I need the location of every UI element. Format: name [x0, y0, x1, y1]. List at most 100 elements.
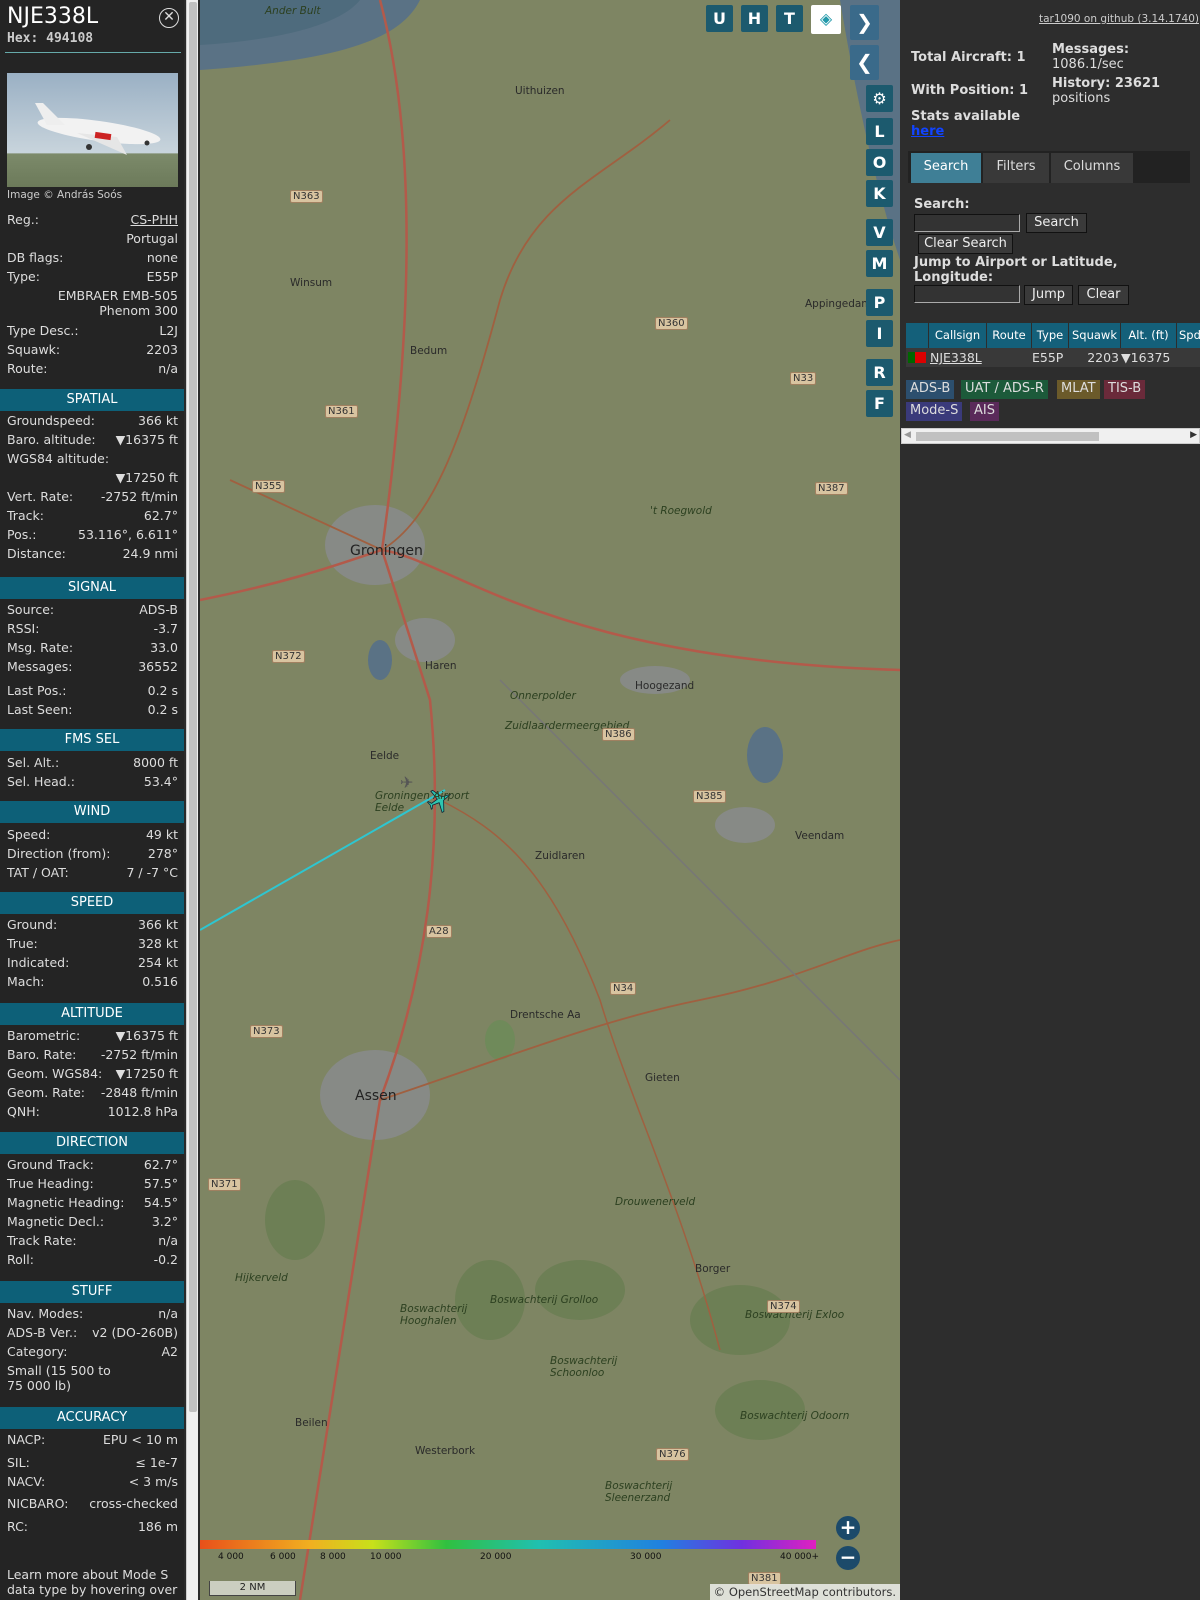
field-value: 0.2 s [147, 683, 178, 698]
search-input[interactable] [914, 214, 1020, 232]
field-label: QNH: [7, 1104, 40, 1119]
scrollbar-thumb[interactable] [189, 2, 197, 1412]
map-button-i[interactable]: I [866, 320, 893, 347]
jump-label: Jump to Airport or Latitude, Longitude: [914, 255, 1118, 285]
tab-search[interactable]: Search [911, 153, 981, 183]
map-button-l[interactable]: L [866, 118, 893, 145]
scroll-right-icon[interactable]: ▶ [1190, 430, 1197, 440]
stats-link[interactable]: here [911, 124, 944, 139]
row-callsign[interactable]: NJE338L [930, 348, 982, 367]
place-label: Appingedam [805, 298, 872, 310]
row-altitude: ▼16375 [1121, 350, 1171, 365]
map-button-k[interactable]: K [866, 180, 893, 207]
detail-row: Reg.: CS-PHH [7, 212, 178, 231]
flag-column-header[interactable] [906, 323, 928, 348]
map-button-f[interactable]: F [866, 390, 893, 417]
map-button-h[interactable]: H [741, 5, 768, 32]
tab-filters[interactable]: Filters [983, 153, 1049, 183]
zoom-in-button[interactable]: + [836, 1516, 860, 1540]
field-label: True: [7, 936, 38, 951]
field-label: RC: [7, 1519, 29, 1534]
badge-uat[interactable]: UAT / ADS-R [961, 380, 1048, 399]
detail-row: Type: E55P [7, 269, 178, 288]
altitude-row: Baro. Rate: -2752 ft/min [7, 1047, 178, 1066]
settings-gear-icon[interactable]: ⚙ [866, 85, 893, 112]
github-link[interactable]: tar1090 on github (3.14.1740) [1039, 13, 1199, 25]
map-button-u[interactable]: U [706, 5, 733, 32]
detail-label: Route: [7, 361, 48, 376]
field-label: Geom. Rate: [7, 1085, 86, 1100]
stuff-row: 75 000 lb) [7, 1378, 178, 1397]
field-label: Speed: [7, 827, 51, 842]
place-label: Hoogezand [635, 680, 695, 692]
field-value: 328 kt [138, 936, 178, 951]
place-label: Haren [425, 660, 457, 672]
column-route[interactable]: Route [987, 323, 1031, 348]
expand-right-icon[interactable]: ❯ [850, 5, 879, 40]
map-button-p[interactable]: P [866, 289, 893, 316]
signal-row: RSSI: -3.7 [7, 621, 178, 640]
place-label: Ander Bult [265, 5, 321, 17]
spatial-row: ▼17250 ft [7, 470, 178, 489]
detail-row: DB flags: none [7, 250, 178, 269]
aircraft-hex: Hex: 494108 [7, 31, 94, 46]
map-attribution[interactable]: © OpenStreetMap contributors. [709, 1584, 900, 1600]
tab-columns[interactable]: Columns [1051, 153, 1133, 183]
column-squawk[interactable]: Squawk [1069, 323, 1120, 348]
clear-button[interactable]: Clear [1078, 285, 1129, 305]
close-icon[interactable]: ✕ [159, 8, 179, 28]
scroll-left-icon[interactable]: ◀ [904, 430, 911, 440]
field-label: Msg. Rate: [7, 640, 74, 655]
road-label: N374 [767, 1300, 800, 1313]
detail-value: Phenom 300 [99, 303, 178, 318]
map[interactable]: ✈ Uithuizen Winsum Bedum Appingedam Groninge… [200, 0, 900, 1600]
stuff-row: Nav. Modes: n/a [7, 1306, 178, 1325]
map-button-v[interactable]: V [866, 219, 893, 246]
collapse-left-icon[interactable]: ❮ [850, 45, 879, 80]
column-callsign[interactable]: Callsign [929, 323, 986, 348]
clear-search-button[interactable]: Clear Search [918, 234, 1013, 254]
aircraft-photo[interactable] [7, 73, 178, 187]
scrollbar-thumb[interactable] [916, 432, 1099, 441]
horizontal-scrollbar[interactable]: ◀ ▶ [901, 428, 1200, 444]
badge-adsb[interactable]: ADS-B [906, 380, 955, 399]
altitude-row: Barometric: ▼16375 ft [7, 1028, 178, 1047]
zoom-out-button[interactable]: − [836, 1546, 860, 1570]
column-speed[interactable]: Spd [1177, 323, 1200, 348]
map-button-o[interactable]: O [866, 149, 893, 176]
spatial-row: Track: 62.7° [7, 508, 178, 527]
field-value: 186 m [137, 1519, 178, 1534]
accuracy-row: NACP: EPU < 10 m [7, 1432, 178, 1451]
detail-value[interactable]: CS-PHH [130, 212, 178, 227]
map-button-m[interactable]: M [866, 250, 893, 277]
search-label: Search: [914, 197, 970, 212]
altitude-scale-label: 6 000 [270, 1552, 296, 1562]
field-value: 278° [147, 846, 178, 861]
place-label: Zuidlaardermeergebied [505, 720, 630, 732]
map-button-r[interactable]: R [866, 359, 893, 386]
field-label: Magnetic Decl.: [7, 1214, 105, 1229]
signal-row: Last Pos.: 0.2 s [7, 683, 178, 702]
field-label: Source: [7, 602, 55, 617]
field-value: 24.9 nmi [122, 546, 178, 561]
jump-input[interactable] [914, 285, 1020, 303]
layers-icon[interactable]: ◈ [811, 5, 841, 34]
stuff-row: Category: A2 [7, 1344, 178, 1363]
road-label: N34 [610, 982, 637, 995]
direction-row: Magnetic Decl.: 3.2° [7, 1214, 178, 1233]
jump-button[interactable]: Jump [1024, 285, 1073, 305]
field-label: Nav. Modes: [7, 1306, 84, 1321]
sidebar-scrollbar[interactable] [186, 0, 198, 1600]
map-button-t[interactable]: T [776, 5, 803, 32]
badge-ais[interactable]: AIS [970, 402, 999, 421]
wind-row: Direction (from): 278° [7, 846, 178, 865]
badge-tisb[interactable]: TIS-B [1104, 380, 1146, 399]
column-type[interactable]: Type [1032, 323, 1068, 348]
place-label: Onnerpolder [510, 690, 576, 702]
badge-mlat[interactable]: MLAT [1057, 380, 1100, 399]
badge-modes[interactable]: Mode-S [906, 402, 963, 421]
column-altitude[interactable]: Alt. (ft) [1121, 323, 1176, 348]
search-button[interactable]: Search [1026, 213, 1087, 233]
detail-label: Type Desc.: [7, 323, 79, 338]
tab-bar: Search Filters Columns [908, 151, 1190, 183]
